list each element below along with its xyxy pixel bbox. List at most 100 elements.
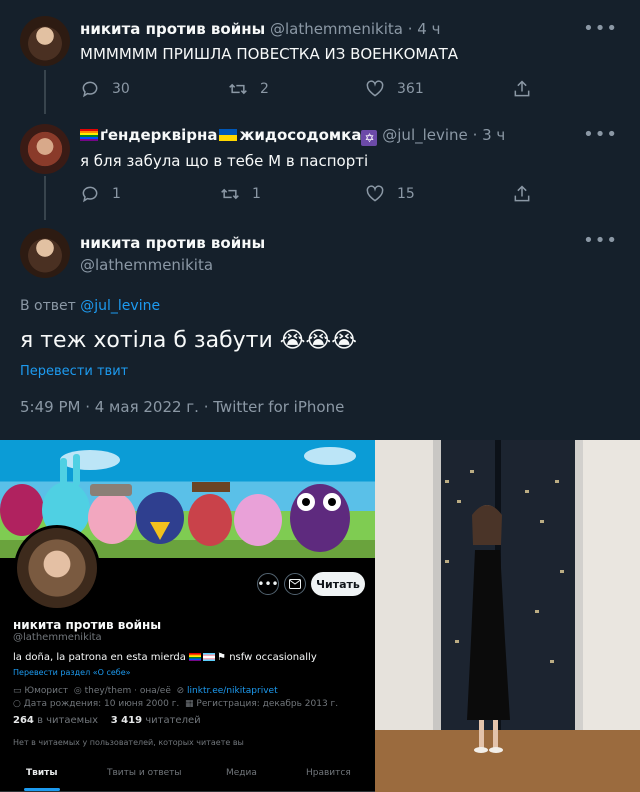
author-handle[interactable]: @jul_levine (382, 126, 468, 144)
tweet-time[interactable]: · 4 ч (408, 20, 441, 38)
calendar-icon: ▦ (185, 699, 194, 709)
reply-context: В ответ @jul_levine (20, 298, 160, 314)
retweet-icon (221, 188, 239, 200)
profile-birthday: Дата рождения: 10 июня 2000 г. (23, 699, 180, 709)
followed-by-note: Нет в читаемых у пользователей, которых … (13, 738, 244, 747)
tweet-actions: 30 2 361 (80, 79, 540, 101)
briefcase-icon: ▭ (13, 686, 22, 696)
tab-tweets[interactable]: Твиты (26, 768, 58, 778)
share-button[interactable] (512, 184, 532, 204)
link-icon: ⊘ (176, 686, 185, 696)
author-handle[interactable]: @lathemmenikita (80, 256, 213, 274)
profile-tabs: Твиты Твиты и ответы Медиа Нравится (0, 760, 375, 792)
following-count: 264 (13, 715, 34, 726)
more-icon[interactable]: ••• (583, 18, 618, 39)
profile-joined: Регистрация: декабрь 2013 г. (196, 699, 339, 709)
more-button[interactable]: ••• (257, 573, 279, 595)
bio-start: la doña, la patrona en esta mierda (13, 652, 186, 663)
following-stat[interactable]: 264 в читаемых (13, 715, 98, 726)
share-icon (514, 80, 530, 97)
white-flag-icon: ⚑ (217, 652, 227, 663)
reply-button[interactable]: 1 (80, 184, 121, 204)
retweet-count: 2 (260, 81, 269, 97)
profile-name: никита против войны (13, 618, 162, 632)
like-icon (366, 185, 384, 202)
tab-tweets-replies[interactable]: Твиты и ответы (107, 768, 182, 778)
reply-count: 1 (112, 186, 121, 202)
reply-count: 30 (112, 81, 130, 97)
bio-end: nsfw occasionally (229, 652, 317, 663)
ukraine-flag-icon (219, 129, 238, 141)
like-button[interactable]: 361 (365, 79, 424, 99)
tweet-thread: никита против войны @lathemmenikita · 4 … (0, 0, 640, 440)
like-icon (366, 80, 384, 97)
tweet-text: я бля забула що в тебе М в паспорті (80, 152, 369, 170)
photo (375, 440, 640, 792)
balloon-icon: ○ (13, 699, 21, 709)
tweet-time[interactable]: · 3 ч (473, 126, 506, 144)
star-of-david-icon: ✡ (361, 130, 378, 146)
follow-button[interactable]: Читать (311, 572, 365, 596)
pronouns-icon: ◎ (73, 686, 82, 696)
tweet-1[interactable]: никита против войны @lathemmenikita · 4 … (0, 0, 640, 106)
avatar[interactable] (20, 16, 70, 66)
more-icon[interactable]: ••• (583, 230, 618, 251)
followers-stat[interactable]: 3 419 читателей (111, 715, 201, 726)
message-button[interactable] (284, 573, 306, 595)
retweet-icon (229, 83, 247, 95)
main-tweet-text: я теж хотіла б забути (20, 328, 273, 353)
main-tweet-text-row: я теж хотіла б забути 😭😭😭 (20, 328, 357, 353)
like-button[interactable]: 15 (365, 184, 415, 204)
like-count: 15 (397, 186, 415, 202)
tweet-timestamp[interactable]: 5:49 PM · 4 мая 2022 г. · Twitter for iP… (20, 398, 344, 416)
author-name[interactable]: никита против войны (80, 20, 265, 38)
profile-avatar[interactable] (14, 525, 100, 611)
avatar[interactable] (20, 124, 70, 174)
profile-card: ••• Читать никита против войны @lathemme… (0, 440, 375, 792)
rainbow-flag-icon (189, 653, 202, 661)
profile-handle: @lathemmenikita (13, 632, 102, 643)
share-icon (514, 185, 530, 202)
tweet-text: ММММММ ПРИШЛА ПОВЕСТКА ИЗ ВОЕНКОМАТА (80, 45, 459, 63)
mail-icon (289, 579, 301, 589)
tweet-actions: 1 1 15 (80, 184, 540, 206)
author-name-part1[interactable]: ґендерквірна (100, 126, 217, 144)
reply-button[interactable]: 30 (80, 79, 130, 99)
tweet-2[interactable]: ґендерквірна жидосодомка ✡ @jul_levine · 3… (0, 106, 640, 212)
profile-pronouns: they/them · она/её (84, 686, 171, 696)
profile-link[interactable]: linktr.ee/nikitaprivet (187, 686, 278, 696)
trans-flag-icon (203, 653, 216, 661)
profile-meta-row-2: ○ Дата рождения: 10 июня 2000 г. ▦ Регис… (13, 699, 338, 709)
reply-icon (82, 186, 98, 203)
following-label: в читаемых (37, 715, 99, 726)
share-button[interactable] (512, 79, 532, 99)
retweet-button[interactable]: 1 (220, 184, 261, 204)
like-count: 361 (397, 81, 424, 97)
more-icon: ••• (257, 577, 279, 591)
retweet-count: 1 (252, 186, 261, 202)
tab-likes[interactable]: Нравится (306, 768, 351, 778)
followers-label: читателей (145, 715, 201, 726)
rainbow-flag-icon (80, 129, 98, 141)
photo-illustration (375, 440, 640, 792)
profile-bio: la doña, la patrona en esta mierda ⚑ nsf… (13, 652, 317, 663)
active-tab-indicator (24, 788, 60, 791)
retweet-button[interactable]: 2 (228, 79, 269, 99)
avatar[interactable] (20, 228, 70, 278)
followers-count: 3 419 (110, 715, 143, 726)
tab-media[interactable]: Медиа (226, 768, 257, 778)
profile-category: Юморист (24, 686, 69, 696)
translate-link[interactable]: Перевести твит (20, 364, 128, 379)
profile-meta-row-1: ▭ Юморист ◎ they/them · она/её ⊘ linktr.… (13, 686, 278, 696)
translate-bio-link[interactable]: Перевести раздел «О себе» (13, 668, 131, 677)
author-name[interactable]: никита против войны (80, 234, 265, 252)
main-tweet: никита против войны @lathemmenikita ••• … (0, 212, 640, 440)
profile-stats: 264 в читаемых 3 419 читателей (13, 715, 201, 726)
author-name-part2[interactable]: жидосодомка (239, 126, 361, 144)
author-handle[interactable]: @lathemmenikita (270, 20, 403, 38)
reply-prefix: В ответ (20, 298, 76, 314)
crying-emoji: 😭😭😭 (279, 328, 357, 353)
reply-icon (82, 81, 98, 98)
reply-to-link[interactable]: @jul_levine (80, 298, 160, 314)
more-icon[interactable]: ••• (583, 124, 618, 145)
